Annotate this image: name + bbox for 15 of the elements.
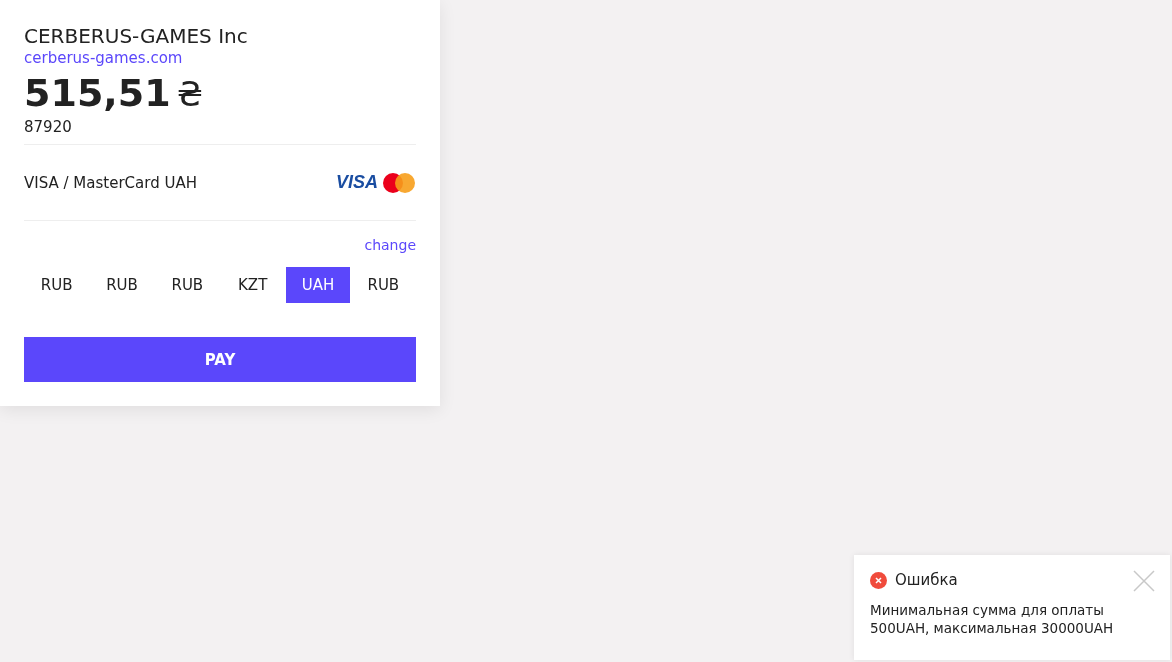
toast-title: Ошибка <box>895 571 958 589</box>
order-number: 87920 <box>24 118 416 145</box>
error-icon <box>870 571 887 589</box>
amount: 515,51 <box>24 70 171 117</box>
payment-method: VISA / MasterCard UAH <box>24 173 197 192</box>
currency-tab[interactable]: UAH <box>286 267 350 303</box>
currency-sign: ₴ <box>176 73 203 116</box>
toast-message: Минимальная сумма для оплаты 500UAH, максимальная 30000UAH <box>870 601 1115 637</box>
close-button[interactable] <box>1132 569 1156 593</box>
overlapping-circles-icon <box>382 171 416 194</box>
pay-button[interactable]: PAY <box>24 337 416 382</box>
merchant-link[interactable]: cerberus-games.com <box>24 49 183 67</box>
merchant-name: CERBERUS-GAMES Inc <box>24 24 249 48</box>
card-brand-logo: VISA <box>336 172 378 193</box>
change-link[interactable]: change <box>364 237 416 253</box>
